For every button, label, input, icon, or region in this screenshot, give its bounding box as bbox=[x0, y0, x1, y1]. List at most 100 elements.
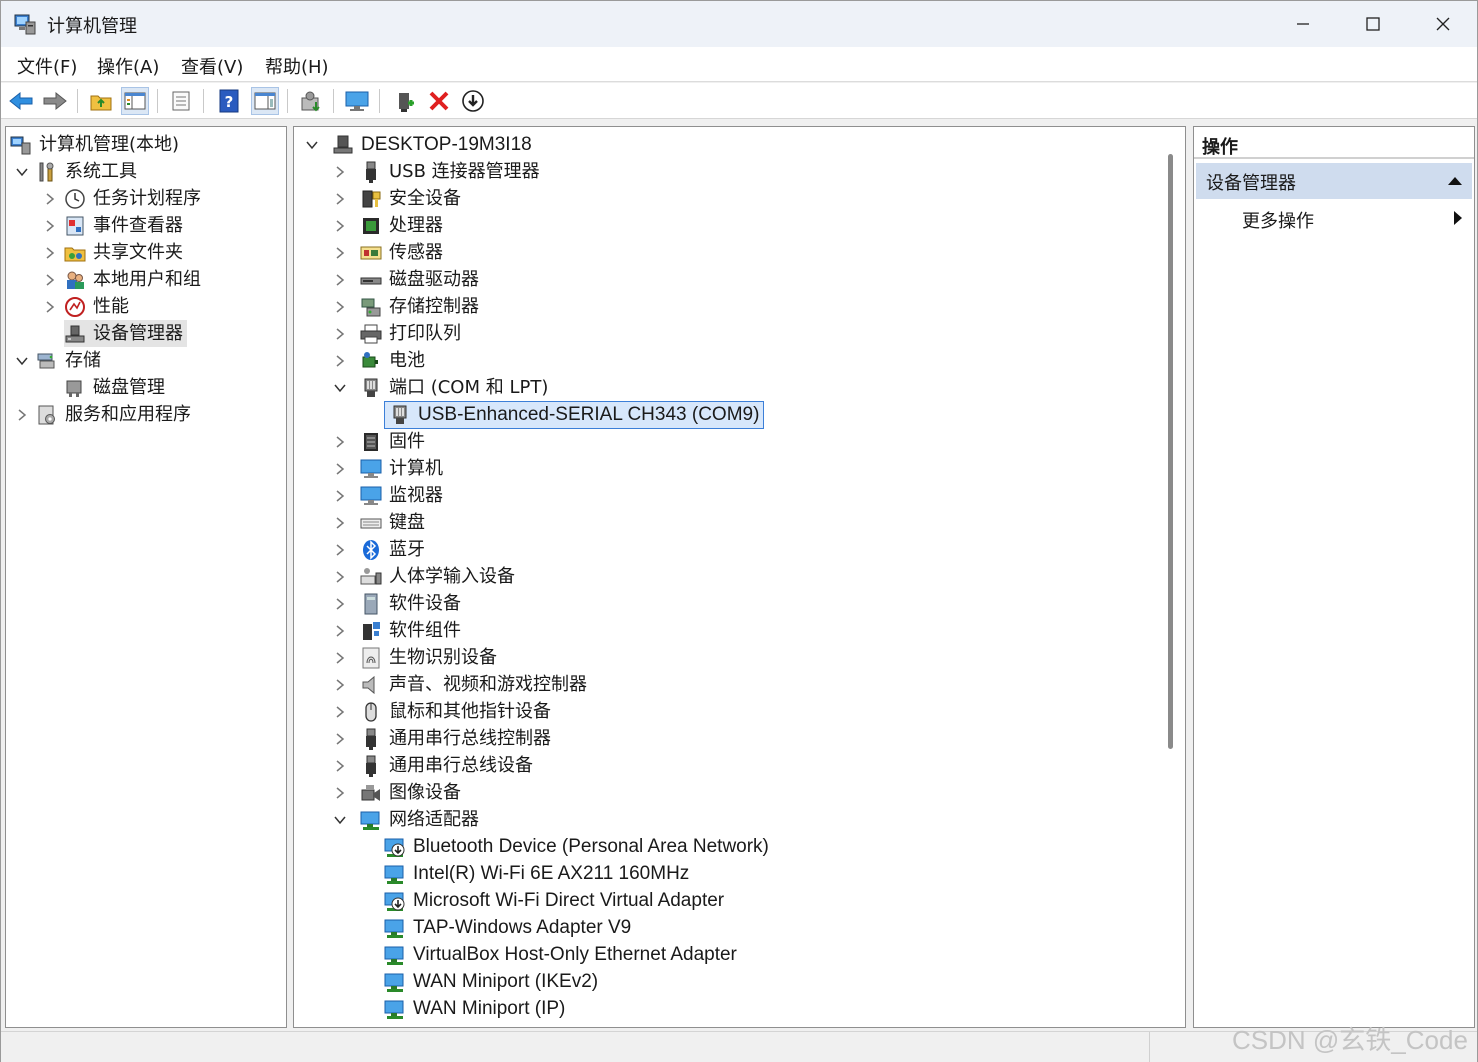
chevron-right-icon[interactable] bbox=[332, 299, 348, 315]
console-tree-item[interactable]: 性能 bbox=[42, 293, 129, 320]
minimize-button[interactable] bbox=[1268, 1, 1338, 47]
device-category[interactable]: 键盘 bbox=[332, 509, 425, 536]
chevron-right-icon[interactable] bbox=[332, 434, 348, 450]
help-button[interactable]: ? bbox=[215, 87, 243, 115]
device-category[interactable]: 通用串行总线控制器 bbox=[332, 725, 551, 752]
maximize-button[interactable] bbox=[1338, 1, 1408, 47]
chevron-right-icon[interactable] bbox=[332, 515, 348, 531]
device-item[interactable]: VirtualBox Host-Only Ethernet Adapter bbox=[384, 941, 737, 968]
show-hide-tree-button[interactable] bbox=[121, 87, 149, 115]
chevron-right-icon[interactable] bbox=[332, 326, 348, 342]
console-tree-item[interactable]: 本地用户和组 bbox=[42, 266, 201, 293]
device-item[interactable]: WAN Miniport (IP) bbox=[384, 995, 565, 1022]
device-category[interactable]: 端口 (COM 和 LPT) bbox=[332, 374, 548, 401]
device-item[interactable]: WAN Miniport (IKEv2) bbox=[384, 968, 598, 995]
chevron-down-icon[interactable] bbox=[304, 137, 320, 153]
update-driver-button[interactable] bbox=[297, 87, 325, 115]
chevron-right-icon[interactable] bbox=[332, 650, 348, 666]
device-category[interactable]: 固件 bbox=[332, 428, 425, 455]
chevron-right-icon[interactable] bbox=[332, 677, 348, 693]
console-tree-item[interactable]: 系统工具 bbox=[14, 158, 137, 185]
disable-device-button[interactable] bbox=[459, 87, 487, 115]
actions-section-device-manager[interactable]: 设备管理器 bbox=[1196, 163, 1472, 199]
device-category[interactable]: 打印队列 bbox=[332, 320, 461, 347]
services-icon bbox=[36, 404, 58, 426]
console-tree-item[interactable]: 设备管理器 bbox=[42, 320, 187, 347]
chevron-right-icon[interactable] bbox=[14, 407, 30, 423]
device-category[interactable]: 安全设备 bbox=[332, 185, 461, 212]
back-button[interactable] bbox=[7, 87, 35, 115]
menu-help[interactable]: 帮助(H) bbox=[265, 53, 329, 79]
show-action-pane-button[interactable] bbox=[251, 87, 279, 115]
chevron-right-icon[interactable] bbox=[42, 218, 58, 234]
properties-button[interactable] bbox=[167, 87, 195, 115]
chevron-right-icon[interactable] bbox=[332, 164, 348, 180]
console-tree-item[interactable]: 事件查看器 bbox=[42, 212, 183, 239]
add-driver-button[interactable] bbox=[391, 87, 419, 115]
device-item[interactable]: USB-Enhanced-SERIAL CH343 (COM9) bbox=[384, 400, 765, 429]
chevron-right-icon[interactable] bbox=[332, 542, 348, 558]
chevron-right-icon[interactable] bbox=[332, 704, 348, 720]
device-category[interactable]: USB 连接器管理器 bbox=[332, 158, 540, 185]
device-category[interactable]: 网络适配器 bbox=[332, 806, 479, 833]
device-category[interactable]: 存储控制器 bbox=[332, 293, 479, 320]
chevron-down-icon[interactable] bbox=[332, 812, 348, 828]
chevron-right-icon[interactable] bbox=[42, 272, 58, 288]
device-tree-root[interactable]: DESKTOP-19M3I18 bbox=[304, 131, 532, 158]
console-tree-item[interactable]: 计算机管理(本地) bbox=[10, 131, 179, 158]
uninstall-device-button[interactable] bbox=[425, 87, 453, 115]
more-actions-item[interactable]: 更多操作 bbox=[1242, 207, 1314, 233]
chevron-right-icon[interactable] bbox=[332, 353, 348, 369]
chevron-right-icon[interactable] bbox=[42, 245, 58, 261]
chevron-right-icon[interactable] bbox=[332, 488, 348, 504]
up-folder-button[interactable] bbox=[87, 87, 115, 115]
device-category[interactable]: 图像设备 bbox=[332, 779, 461, 806]
console-tree-item[interactable]: 磁盘管理 bbox=[42, 374, 165, 401]
chevron-right-icon[interactable] bbox=[332, 272, 348, 288]
chevron-right-icon[interactable] bbox=[332, 245, 348, 261]
device-category[interactable]: 通用串行总线设备 bbox=[332, 752, 533, 779]
device-category[interactable]: 电池 bbox=[332, 347, 425, 374]
device-category[interactable]: 传感器 bbox=[332, 239, 443, 266]
device-item[interactable]: Intel(R) Wi-Fi 6E AX211 160MHz bbox=[384, 860, 689, 887]
device-category[interactable]: 生物识别设备 bbox=[332, 644, 497, 671]
device-category[interactable]: 鼠标和其他指针设备 bbox=[332, 698, 551, 725]
chevron-right-icon[interactable] bbox=[332, 191, 348, 207]
device-category[interactable]: 软件组件 bbox=[332, 617, 461, 644]
vertical-scrollbar[interactable] bbox=[1168, 154, 1173, 749]
device-category[interactable]: 软件设备 bbox=[332, 590, 461, 617]
chevron-down-icon[interactable] bbox=[14, 164, 30, 180]
device-category[interactable]: 人体学输入设备 bbox=[332, 563, 515, 590]
device-category[interactable]: 监视器 bbox=[332, 482, 443, 509]
close-button[interactable] bbox=[1408, 1, 1478, 47]
device-category[interactable]: 磁盘驱动器 bbox=[332, 266, 479, 293]
device-item[interactable]: Bluetooth Device (Personal Area Network) bbox=[384, 833, 769, 860]
device-item[interactable]: Microsoft Wi-Fi Direct Virtual Adapter bbox=[384, 887, 724, 914]
console-tree-item[interactable]: 共享文件夹 bbox=[42, 239, 183, 266]
console-tree-item[interactable]: 存储 bbox=[14, 347, 101, 374]
device-category[interactable]: 处理器 bbox=[332, 212, 443, 239]
chevron-right-icon[interactable] bbox=[42, 299, 58, 315]
device-category[interactable]: 蓝牙 bbox=[332, 536, 425, 563]
chevron-right-icon[interactable] bbox=[332, 461, 348, 477]
console-tree-item[interactable]: 任务计划程序 bbox=[42, 185, 201, 212]
chevron-right-icon[interactable] bbox=[332, 758, 348, 774]
chevron-right-icon[interactable] bbox=[42, 191, 58, 207]
device-item[interactable]: TAP-Windows Adapter V9 bbox=[384, 914, 631, 941]
chevron-down-icon[interactable] bbox=[332, 380, 348, 396]
menu-view[interactable]: 查看(V) bbox=[181, 53, 243, 79]
chevron-right-icon[interactable] bbox=[332, 731, 348, 747]
menu-action[interactable]: 操作(A) bbox=[97, 53, 159, 79]
scan-hardware-button[interactable] bbox=[343, 87, 371, 115]
chevron-right-icon[interactable] bbox=[332, 785, 348, 801]
chevron-right-icon[interactable] bbox=[332, 569, 348, 585]
console-tree-item[interactable]: 服务和应用程序 bbox=[14, 401, 191, 428]
device-category[interactable]: 计算机 bbox=[332, 455, 443, 482]
chevron-right-icon[interactable] bbox=[332, 596, 348, 612]
chevron-down-icon[interactable] bbox=[14, 353, 30, 369]
device-category[interactable]: 声音、视频和游戏控制器 bbox=[332, 671, 587, 698]
chevron-right-icon[interactable] bbox=[332, 623, 348, 639]
chevron-right-icon[interactable] bbox=[332, 218, 348, 234]
menu-file[interactable]: 文件(F) bbox=[17, 53, 77, 79]
forward-button[interactable] bbox=[41, 87, 69, 115]
